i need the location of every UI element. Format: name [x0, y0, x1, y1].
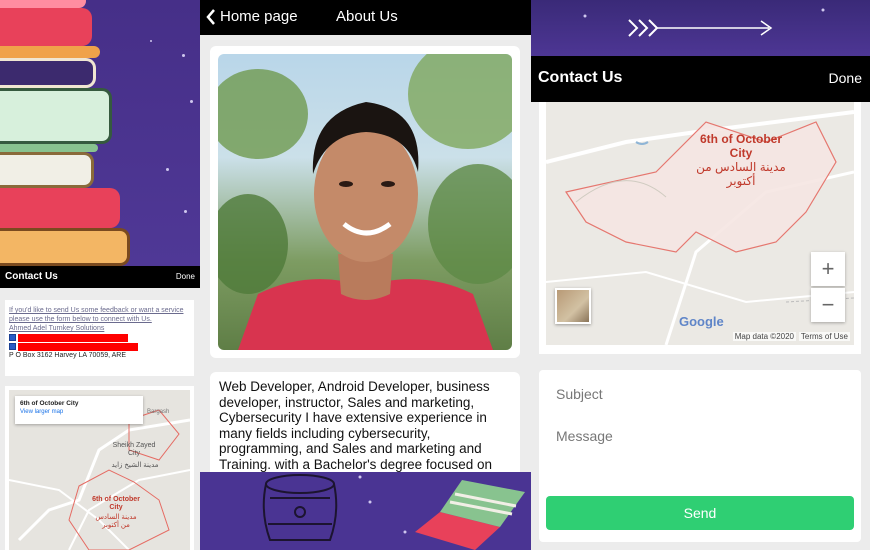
- embedded-map[interactable]: 6th of October City مدينة السادس من أكتو…: [546, 102, 854, 345]
- about-screen: Home page About Us Web Developer, Androi…: [200, 0, 531, 550]
- page-title: About Us: [336, 8, 398, 25]
- back-button[interactable]: Home page: [206, 8, 298, 25]
- profile-photo-card: [210, 46, 520, 358]
- view-larger-map-link[interactable]: View larger map: [20, 409, 138, 415]
- barrel-and-books-art: [262, 474, 525, 550]
- contact-form: Subject Message Send: [539, 370, 861, 542]
- phone-row: [9, 333, 190, 342]
- map-label-sheikh-zayed-ar: مدينة الشيخ زايد: [111, 462, 159, 469]
- arrow-decoration-icon: [583, 8, 825, 37]
- map-data-attribution: Map data ©2020: [732, 332, 796, 341]
- map-label-october-city-ar: مدينة السادس من أكتوبر: [696, 160, 786, 188]
- email-icon: [9, 343, 16, 350]
- send-button[interactable]: Send: [546, 496, 854, 530]
- zoom-in-button[interactable]: +: [811, 252, 845, 286]
- about-nav-bar: Home page About Us: [200, 0, 531, 35]
- terms-of-use-link[interactable]: Terms of Use: [798, 332, 850, 341]
- app-composite: Contact Us Done If you'd like to send Us…: [0, 0, 870, 550]
- contact-info-card: If you'd like to send Us some feedback o…: [5, 300, 194, 376]
- message-input[interactable]: Message: [556, 428, 613, 444]
- popup-title: 6th of October City: [20, 400, 79, 407]
- contact-title: Contact Us: [538, 69, 623, 86]
- contact-screen-large: Contact Us Done 6th of October City مدين…: [531, 0, 870, 550]
- map-info-popup: 6th of October City View larger map: [15, 396, 143, 424]
- map-label-october-city: 6th of October City: [699, 132, 782, 160]
- map-label-sheikh-zayed: Sheikh Zayed City: [112, 442, 156, 457]
- books-illustration: [0, 0, 200, 266]
- feedback-link[interactable]: If you'd like to send Us some feedback o…: [9, 306, 190, 324]
- contact-header-bar: Contact Us Done: [531, 56, 870, 102]
- map-card: 6th of October City View larger map Barg…: [5, 386, 194, 550]
- redacted-email: [18, 342, 138, 351]
- redacted-phone: [18, 333, 128, 342]
- contact-screen-small: Contact Us Done If you'd like to send Us…: [0, 0, 200, 550]
- embedded-map[interactable]: 6th of October City View larger map Barg…: [9, 390, 190, 550]
- chevron-left-icon: [206, 8, 215, 25]
- map-label-october-city: 6th of October City: [92, 496, 140, 511]
- google-logo: Google: [679, 314, 724, 329]
- map-label-october-city-ar: مدينة السادس من أكتوبر: [95, 514, 137, 529]
- done-button[interactable]: Done: [829, 70, 862, 86]
- satellite-toggle[interactable]: [555, 288, 591, 324]
- contact-title: Contact Us: [5, 271, 58, 282]
- bio-card: Web Developer, Android Developer, busine…: [210, 372, 520, 482]
- zoom-out-button[interactable]: −: [811, 288, 845, 322]
- address-text: P O Box 3162 Harvey LA 70059, ARE: [9, 352, 127, 359]
- footer-illustration: [200, 472, 531, 550]
- header-illustration: [531, 0, 870, 56]
- subject-input[interactable]: Subject: [556, 386, 603, 402]
- email-row: [9, 342, 190, 351]
- bio-text: Web Developer, Android Developer, busine…: [219, 379, 492, 472]
- profile-photo: [218, 54, 512, 350]
- phone-icon: [9, 334, 16, 341]
- map-card: 6th of October City مدينة السادس من أكتو…: [539, 102, 861, 354]
- company-link[interactable]: Ahmed Adel Turnkey Solutions: [9, 324, 190, 333]
- contact-header-bar: Contact Us Done: [0, 266, 200, 288]
- back-label: Home page: [220, 8, 298, 25]
- done-button[interactable]: Done: [176, 272, 195, 281]
- map-label-bargash: Bargash: [147, 409, 170, 415]
